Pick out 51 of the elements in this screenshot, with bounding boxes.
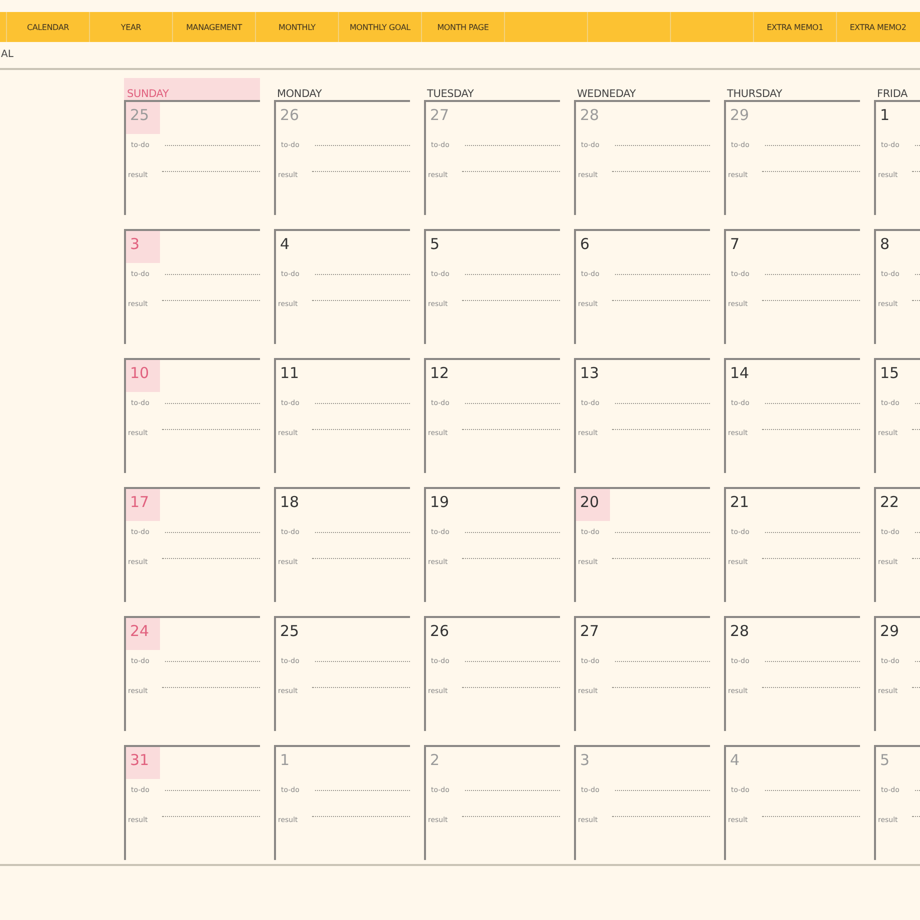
day-number: 3: [579, 750, 591, 771]
day-number: 5: [879, 750, 891, 771]
nav-tab[interactable]: MONTH PAGE: [421, 12, 504, 42]
day-number: 14: [729, 363, 750, 384]
day-number: 21: [729, 492, 750, 513]
nav-tab[interactable]: MONTHLY: [255, 12, 338, 42]
day-number: 15: [879, 363, 900, 384]
day-number: 8: [879, 234, 891, 255]
day-number: 3: [126, 231, 160, 263]
day-number: 5: [429, 234, 441, 255]
weekday-heading: FRIDA: [876, 87, 909, 100]
weekday-heading: WEDNEDAY: [576, 87, 637, 100]
day-number: 17: [126, 489, 160, 521]
nav-tab[interactable]: CALENDAR: [6, 12, 89, 42]
day-number: 7: [729, 234, 741, 255]
day-number: 1: [879, 105, 891, 126]
day-number: 6: [579, 234, 591, 255]
day-number: 31: [126, 747, 160, 779]
day-number: 22: [879, 492, 900, 513]
nav-tab[interactable]: EXTRA MEMO1: [753, 12, 836, 42]
nav-tab[interactable]: EXTRA MEMO2: [836, 12, 919, 42]
day-number: 28: [579, 105, 600, 126]
day-number: 12: [429, 363, 450, 384]
day-number: 4: [729, 750, 741, 771]
day-number: 27: [429, 105, 450, 126]
day-number: 2: [429, 750, 441, 771]
day-number: 20: [576, 489, 610, 521]
weekday-heading: THURSDAY: [726, 87, 784, 100]
day-number: 1: [279, 750, 291, 771]
day-number: 10: [126, 360, 160, 392]
day-number: 25: [126, 102, 160, 134]
day-number: 28: [729, 621, 750, 642]
nav-tab[interactable]: YEAR: [89, 12, 172, 42]
weekday-heading: MONDAY: [276, 87, 323, 100]
day-number: 29: [879, 621, 900, 642]
day-number: 13: [579, 363, 600, 384]
day-number: 19: [429, 492, 450, 513]
weekday-heading: SUNDAY: [124, 78, 260, 100]
day-number: 26: [429, 621, 450, 642]
day-number: 25: [279, 621, 300, 642]
nav-tab[interactable]: MONTHLY GOAL: [338, 12, 421, 42]
day-number: 24: [126, 618, 160, 650]
day-number: 18: [279, 492, 300, 513]
weekday-heading: TUESDAY: [426, 87, 475, 100]
day-number: 27: [579, 621, 600, 642]
day-number: 4: [279, 234, 291, 255]
nav-tab[interactable]: MANAGEMENT: [172, 12, 255, 42]
page-title: AL: [0, 42, 920, 70]
day-number: 11: [279, 363, 300, 384]
day-number: 26: [279, 105, 300, 126]
day-number: 29: [729, 105, 750, 126]
